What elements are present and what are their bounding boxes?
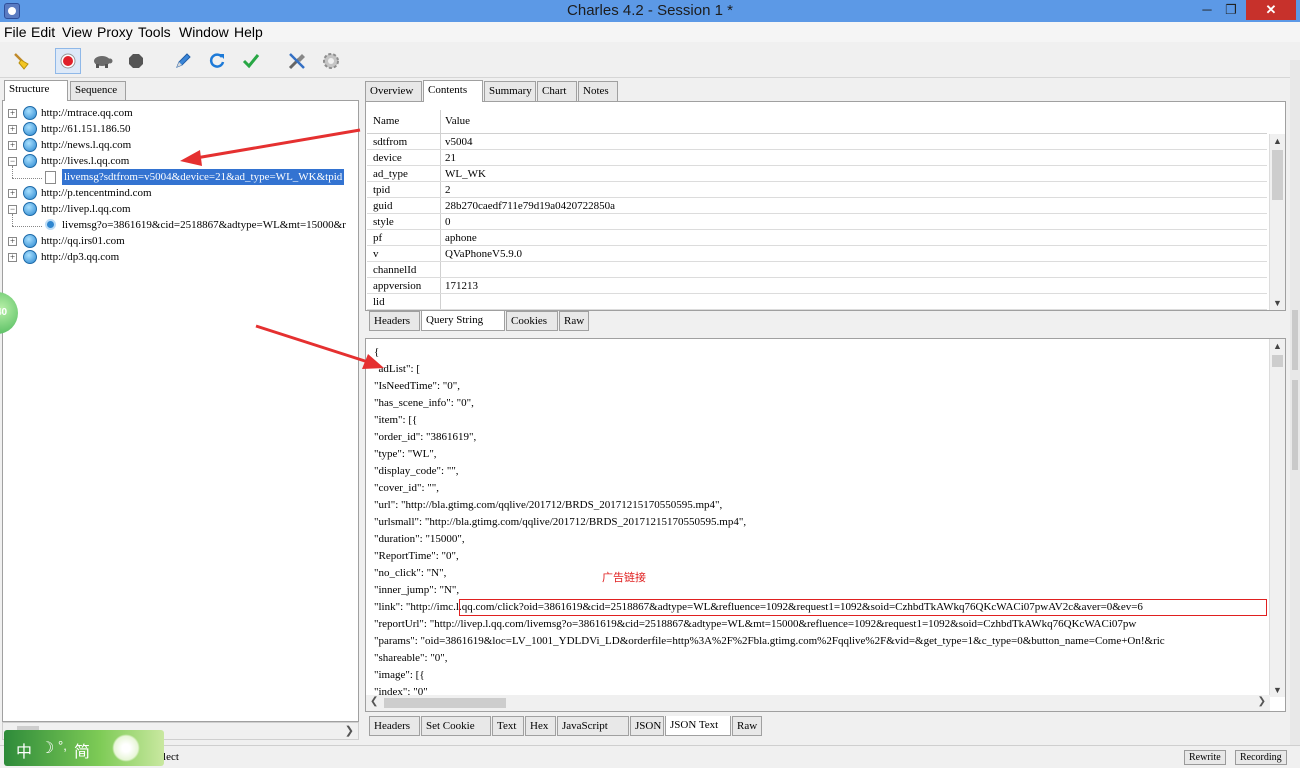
charles-window: Charles 4.2 - Session 1 * ─ ❐ ✕ File Edi… xyxy=(0,0,1300,768)
arrowhead-icon xyxy=(180,150,202,166)
background-window-edge xyxy=(1290,60,1300,760)
tab-contents[interactable]: Contents xyxy=(423,80,483,102)
arrow-to-adlist xyxy=(255,324,369,364)
rewrite-status-button[interactable]: Rewrite xyxy=(1184,750,1226,765)
dandelion-icon xyxy=(112,734,140,762)
arrowhead-icon xyxy=(362,354,384,369)
status-bar: llect Rewrite Recording xyxy=(0,745,1300,768)
recording-status-button[interactable]: Recording xyxy=(1235,750,1287,765)
moon-icon[interactable]: ☽ xyxy=(40,738,54,758)
arrow-to-lives-host xyxy=(195,128,361,160)
annotation-arrows xyxy=(180,128,384,369)
ime-language[interactable]: 中 xyxy=(16,738,32,762)
ime-toolbar[interactable]: 中 ☽ °, 简 xyxy=(4,730,164,766)
tab-structure[interactable]: Structure xyxy=(4,80,68,101)
punctuation-icon[interactable]: °, xyxy=(58,738,67,753)
ime-mode[interactable]: 简 xyxy=(74,738,90,762)
